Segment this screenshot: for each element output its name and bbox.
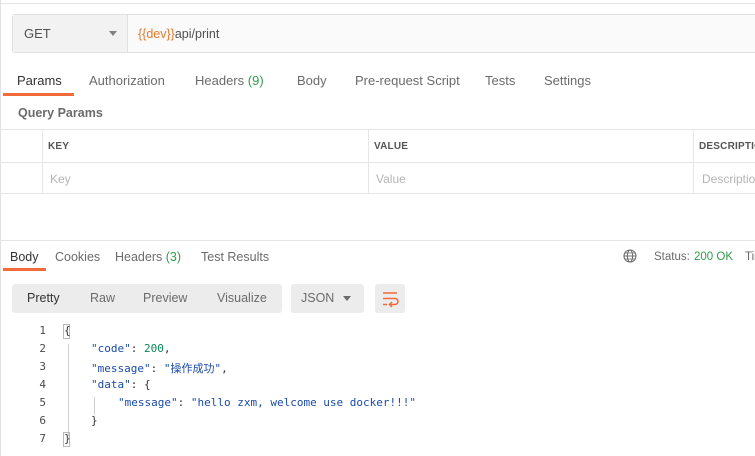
column-header-key: KEY: [48, 141, 70, 152]
json-string: "hello zxm, welcome use docker!!!": [190, 396, 417, 409]
method-select[interactable]: GET: [13, 15, 128, 52]
json-number: 200: [144, 342, 164, 355]
wrap-lines-button[interactable]: [375, 284, 405, 313]
view-visualize-button[interactable]: Visualize: [217, 291, 267, 305]
code-text: "message": "操作成功",: [91, 362, 228, 375]
format-select[interactable]: JSON: [291, 284, 364, 313]
active-tab-indicator: [3, 93, 74, 96]
code-line: 7 }: [0, 432, 755, 450]
json-key: "data": [91, 378, 131, 391]
code-line: 2 "code": 200,: [0, 342, 755, 360]
table-header-row: KEY VALUE DESCRIPTION: [0, 130, 755, 161]
view-pretty-button[interactable]: Pretty: [27, 291, 60, 305]
tab-headers-count: (9): [247, 73, 264, 88]
line-number: 4: [39, 378, 46, 391]
json-key: "message": [118, 396, 178, 409]
line-number: 7: [39, 432, 46, 445]
code-line: 6 }: [0, 414, 755, 432]
code-line: 5 "message": "hello zxm, welcome use doc…: [0, 396, 755, 414]
json-string: "操作成功": [163, 362, 222, 375]
response-tab-test-results[interactable]: Test Results: [201, 250, 269, 264]
code-text: "message": "hello zxm, welcome use docke…: [118, 396, 417, 409]
value-input[interactable]: Value: [376, 172, 406, 186]
code-line: 3 "message": "操作成功",: [0, 360, 755, 378]
time-label: Time: [745, 251, 755, 263]
code-text: "code": 200,: [91, 342, 171, 355]
window-top-border: [0, 0, 755, 4]
tab-headers[interactable]: Headers (9): [195, 73, 264, 88]
code-text: {: [64, 324, 71, 337]
key-input[interactable]: Key: [50, 172, 71, 186]
description-input[interactable]: Description: [702, 172, 755, 186]
url-input[interactable]: {{dev}} api/print: [128, 15, 219, 52]
column-header-description: DESCRIPTION: [699, 141, 755, 152]
tab-pre-request-script[interactable]: Pre-request Script: [355, 73, 460, 88]
query-params-title: Query Params: [18, 106, 103, 120]
tab-authorization[interactable]: Authorization: [89, 73, 165, 88]
tab-params[interactable]: Params: [17, 73, 62, 88]
status-value: 200 OK: [694, 251, 733, 263]
request-tabs: Params Authorization Headers (9) Body Pr…: [0, 66, 755, 96]
view-preview-button[interactable]: Preview: [143, 291, 187, 305]
tab-settings[interactable]: Settings: [544, 73, 591, 88]
line-number: 6: [39, 414, 46, 427]
code-line: 1 {: [0, 324, 755, 342]
tab-body[interactable]: Body: [297, 73, 327, 88]
url-path: api/print: [174, 26, 220, 41]
json-key: "message": [91, 362, 151, 375]
status-label: Status:: [654, 251, 690, 263]
json-brace: {: [144, 378, 151, 391]
code-line: 4 "data": {: [0, 378, 755, 396]
tab-tests[interactable]: Tests: [485, 73, 515, 88]
code-text: }: [91, 414, 98, 427]
active-response-tab-indicator: [3, 268, 46, 271]
request-bar: GET {{dev}} api/print: [12, 14, 755, 53]
line-number: 3: [39, 360, 46, 373]
line-number: 1: [39, 324, 46, 337]
chevron-down-icon: [343, 296, 351, 301]
line-number: 5: [39, 396, 46, 409]
code-text: "data": {: [91, 378, 151, 391]
view-mode-group: Pretty Raw Preview Visualize: [12, 284, 282, 313]
globe-icon[interactable]: [623, 249, 637, 263]
view-raw-button[interactable]: Raw: [90, 291, 115, 305]
column-header-value: VALUE: [374, 141, 409, 152]
method-label: GET: [24, 26, 51, 41]
response-tab-body[interactable]: Body: [10, 250, 39, 264]
response-divider: [0, 240, 755, 241]
response-tab-headers-label: Headers: [115, 250, 163, 264]
response-tab-cookies[interactable]: Cookies: [55, 250, 100, 264]
format-label: JSON: [301, 291, 335, 305]
line-number: 2: [39, 342, 46, 355]
url-variable: {{dev}}: [138, 26, 175, 41]
chevron-down-icon: [109, 31, 117, 36]
wrap-lines-icon: [383, 292, 399, 308]
response-tab-headers[interactable]: Headers (3): [115, 250, 181, 264]
tab-headers-label: Headers: [195, 73, 245, 88]
query-params-table: KEY VALUE DESCRIPTION Key Value Descript…: [0, 129, 755, 194]
table-row: Key Value Description: [0, 162, 755, 194]
json-key: "code": [91, 342, 131, 355]
response-tab-headers-count: (3): [165, 250, 182, 264]
code-text: }: [64, 432, 71, 445]
